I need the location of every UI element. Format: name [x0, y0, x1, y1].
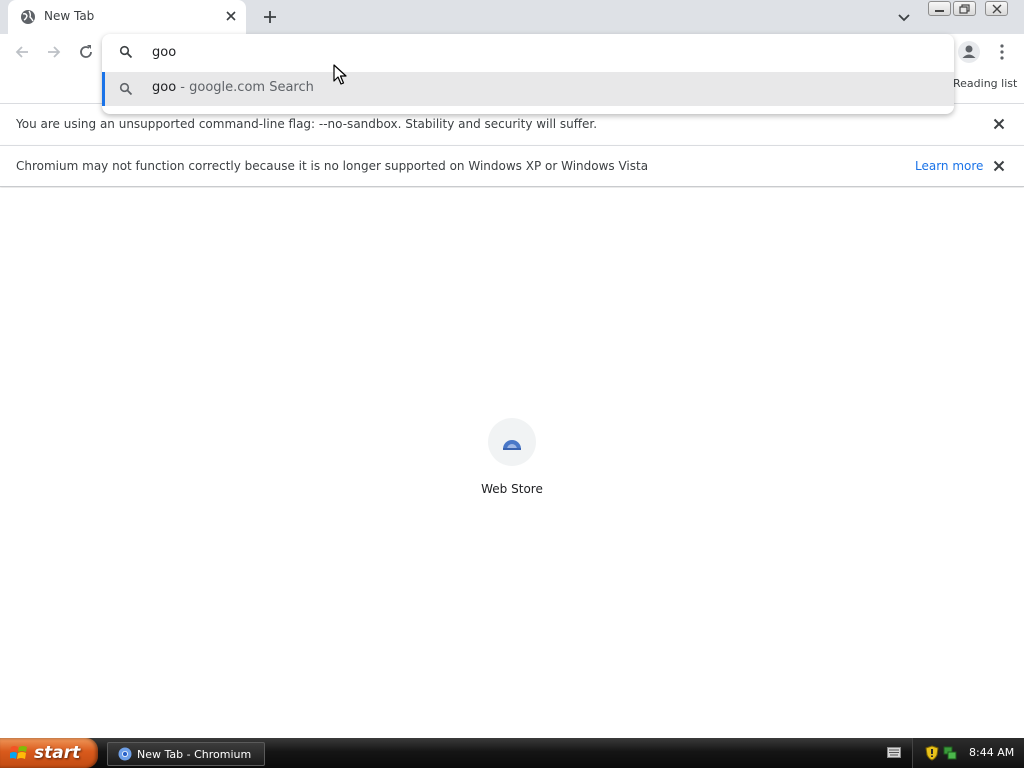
close-tab-icon[interactable] [223, 8, 239, 24]
tab-search-chevron-icon[interactable] [896, 9, 912, 25]
new-tab-page: Web Store [0, 188, 1024, 738]
learn-more-link[interactable]: Learn more [915, 159, 983, 173]
menu-dots-icon[interactable] [994, 42, 1010, 62]
web-store-icon [488, 418, 536, 466]
profile-avatar[interactable] [958, 41, 980, 63]
minimize-button[interactable] [928, 1, 951, 16]
reload-icon[interactable] [76, 42, 96, 62]
start-button[interactable]: start [0, 738, 98, 768]
reading-list-button[interactable]: Reading list [953, 77, 1017, 90]
start-label: start [34, 743, 81, 763]
suggestion-typed: goo [152, 80, 177, 95]
system-tray: 8:44 AM [887, 738, 1024, 768]
search-icon [119, 45, 133, 59]
omnibox-popup: goo - google.com Search [102, 34, 954, 114]
tab-title: New Tab [44, 9, 95, 23]
omnibox-suggestion[interactable]: goo - google.com Search [102, 72, 954, 106]
forward-icon[interactable] [44, 42, 64, 62]
selection-indicator [102, 72, 105, 106]
mouse-cursor-icon [333, 64, 347, 85]
suggestion-description: google.com Search [189, 80, 314, 95]
clock: 8:44 AM [969, 746, 1015, 759]
shortcut-web-store[interactable]: Web Store [472, 418, 552, 502]
person-icon [962, 45, 976, 58]
infobar-message: You are using an unsupported command-lin… [16, 117, 598, 131]
shortcut-label: Web Store [481, 482, 543, 496]
search-icon [119, 82, 133, 96]
restore-button[interactable] [953, 1, 976, 16]
suggestion-separator: - [176, 80, 190, 95]
taskbar-item-chromium[interactable]: New Tab - Chromium [107, 742, 265, 766]
close-infobar-icon[interactable] [991, 158, 1007, 174]
close-window-button[interactable] [985, 1, 1008, 16]
windows-logo-icon [10, 746, 27, 759]
tab-strip: New Tab [0, 0, 1024, 34]
security-shield-icon[interactable] [925, 745, 939, 761]
back-icon[interactable] [12, 42, 32, 62]
chromium-icon [118, 747, 132, 761]
screen: New Tab Reading list You are using an un… [0, 0, 1024, 768]
close-infobar-icon[interactable] [991, 116, 1007, 132]
keyboard-icon[interactable] [887, 747, 901, 758]
infobar-unsupported-os: Chromium may not function correctly beca… [0, 145, 1024, 187]
taskbar-item-label: New Tab - Chromium [137, 748, 252, 761]
globe-icon [21, 10, 35, 24]
taskbar: start New Tab - Chromium 8:44 AM [0, 738, 1024, 768]
address-bar-input[interactable] [152, 42, 932, 62]
network-icon[interactable] [943, 745, 957, 761]
tab-new-tab[interactable]: New Tab [8, 0, 246, 34]
infobar-message: Chromium may not function correctly beca… [16, 159, 649, 173]
suggestion-text: goo - google.com Search [152, 80, 314, 95]
new-tab-button[interactable] [260, 7, 280, 27]
